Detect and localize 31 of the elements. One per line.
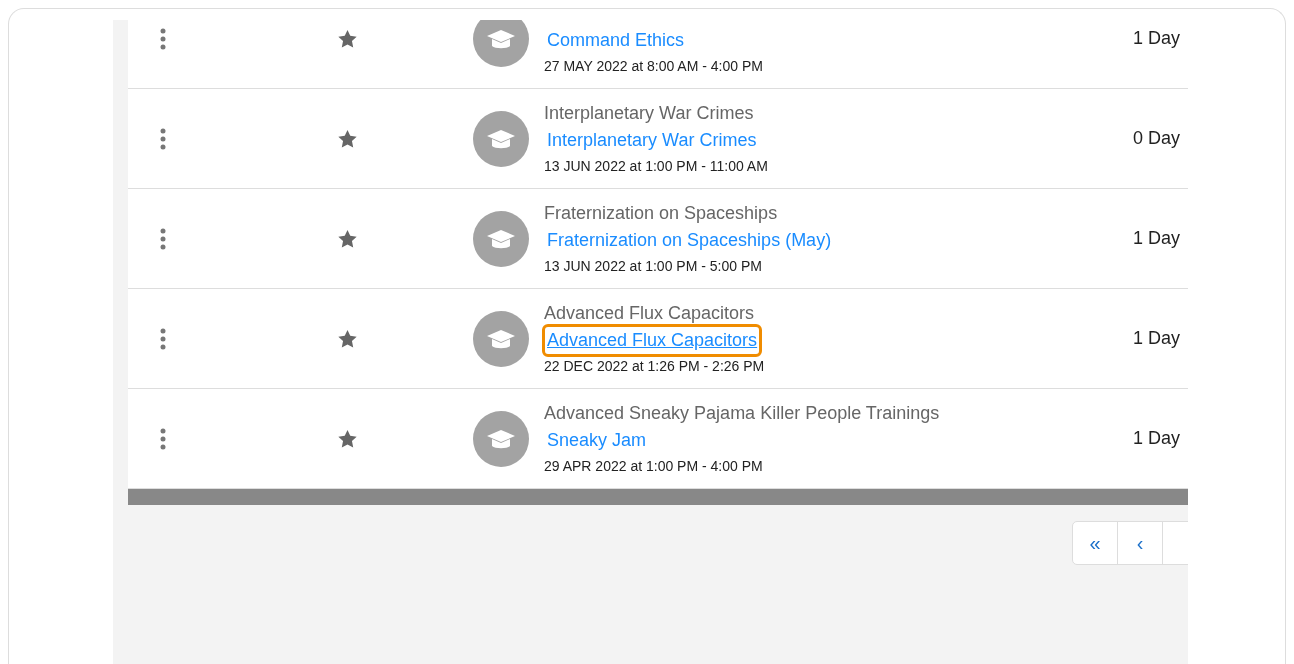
session-date: 13 JUN 2022 at 1:00 PM - 11:00 AM (544, 156, 769, 176)
session-link[interactable]: Interplanetary War Crimes (542, 123, 762, 157)
star-icon[interactable] (338, 329, 357, 348)
course-title: Advanced Sneaky Pajama Killer People Trainings (544, 401, 941, 425)
star-icon[interactable] (338, 229, 357, 248)
graduation-cap-avatar-icon (473, 210, 529, 267)
course-title: Fraternization on Spaceships (544, 201, 779, 225)
session-link[interactable]: Fraternization on Spaceships (May) (542, 223, 837, 257)
duration-text: 1 Day (1132, 28, 1180, 49)
graduation-cap-avatar-icon (473, 110, 529, 167)
session-date: 22 DEC 2022 at 1:26 PM - 2:26 PM (544, 356, 766, 376)
session-date: 13 JUN 2022 at 1:00 PM - 5:00 PM (544, 256, 763, 276)
star-icon[interactable] (338, 29, 357, 48)
duration-text: 1 Day (1132, 428, 1180, 449)
duration-text: 0 Day (1132, 128, 1180, 149)
course-title: Interplanetary War Crimes (544, 101, 755, 125)
page-button[interactable]: ‹ (1117, 521, 1163, 565)
session-link[interactable]: Sneaky Jam (542, 423, 652, 457)
graduation-cap-avatar-icon (473, 410, 529, 467)
session-link[interactable]: Command Ethics (542, 23, 690, 57)
session-date: 27 MAY 2022 at 8:00 AM - 4:00 PM (544, 56, 764, 76)
star-icon[interactable] (338, 429, 357, 448)
horizontal-scrollbar[interactable] (128, 489, 1188, 505)
session-link[interactable]: Advanced Flux Capacitors (542, 323, 763, 357)
duration-text: 1 Day (1132, 328, 1180, 349)
session-date: 29 APR 2022 at 1:00 PM - 4:00 PM (544, 456, 764, 476)
graduation-cap-avatar-icon (473, 310, 529, 367)
star-icon[interactable] (338, 129, 357, 148)
course-title: Advanced Flux Capacitors (544, 301, 756, 325)
page-button[interactable]: « (1072, 521, 1118, 565)
duration-text: 1 Day (1132, 228, 1180, 249)
